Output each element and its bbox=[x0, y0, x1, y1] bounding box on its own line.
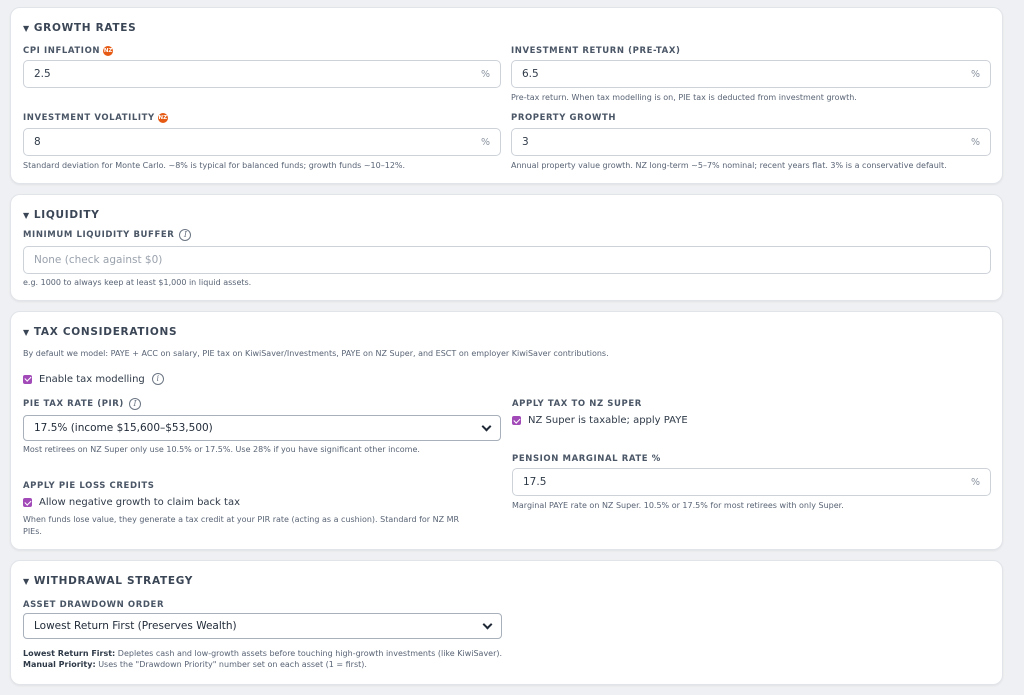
liquidity-buffer-label: MINIMUM LIQUIDITY BUFFER i bbox=[23, 229, 192, 241]
drawdown-order-select[interactable]: Lowest Return First (Preserves Wealth) bbox=[23, 613, 502, 639]
checkbox-checked-icon bbox=[23, 498, 32, 507]
warning-badge-icon: NZ bbox=[103, 46, 114, 56]
collapse-triangle-icon: ▼ bbox=[23, 24, 30, 33]
info-icon[interactable]: i bbox=[179, 229, 192, 241]
percent-unit: % bbox=[480, 136, 490, 148]
chevron-down-icon bbox=[482, 619, 493, 629]
tax-intro-text: By default we model: PAYE + ACC on salar… bbox=[23, 349, 609, 358]
info-icon[interactable]: i bbox=[128, 398, 141, 410]
growth-rates-header[interactable]: ▼ GROWTH RATES bbox=[23, 22, 136, 34]
pie-loss-credits-label: APPLY PIE LOSS CREDITS bbox=[23, 481, 155, 491]
investment-return-label: INVESTMENT RETURN (PRE-TAX) bbox=[511, 46, 681, 56]
chevron-down-icon bbox=[481, 421, 492, 431]
property-growth-input[interactable]: 3 % bbox=[511, 128, 991, 156]
cpi-inflation-input[interactable]: 2.5 % bbox=[23, 60, 501, 88]
apply-tax-nz-super-label: APPLY TAX TO NZ SUPER bbox=[512, 399, 642, 409]
liquidity-buffer-help: e.g. 1000 to always keep at least $1,000… bbox=[23, 278, 252, 287]
enable-tax-modelling-checkbox[interactable]: Enable tax modelling i bbox=[23, 373, 164, 385]
investment-volatility-label: INVESTMENT VOLATILITY NZ bbox=[23, 113, 168, 123]
checkbox-checked-icon bbox=[23, 374, 32, 384]
pension-rate-input[interactable]: 17.5 % bbox=[512, 468, 991, 496]
property-growth-help: Annual property value growth. NZ long-te… bbox=[511, 161, 947, 170]
percent-unit: % bbox=[970, 136, 980, 148]
nz-super-taxable-checkbox[interactable]: NZ Super is taxable; apply PAYE bbox=[512, 415, 688, 426]
withdrawal-strategy-header[interactable]: ▼ WITHDRAWAL STRATEGY bbox=[23, 575, 193, 587]
warning-badge-icon: NZ bbox=[157, 113, 168, 123]
collapse-triangle-icon: ▼ bbox=[23, 577, 30, 586]
tax-considerations-card: ▼ TAX CONSIDERATIONS By default we model:… bbox=[10, 311, 1003, 550]
info-icon[interactable]: i bbox=[151, 373, 164, 385]
drawdown-order-label: ASSET DRAWDOWN ORDER bbox=[23, 600, 165, 610]
liquidity-buffer-input[interactable]: None (check against $0) bbox=[23, 246, 991, 274]
collapse-triangle-icon: ▼ bbox=[23, 328, 30, 337]
drawdown-note-lowest-return: Lowest Return First: Depletes cash and l… bbox=[23, 649, 503, 658]
checkbox-checked-icon bbox=[512, 416, 521, 425]
collapse-triangle-icon: ▼ bbox=[23, 211, 30, 220]
pie-loss-credits-help: When funds lose value, they generate a t… bbox=[23, 515, 460, 536]
tax-considerations-header[interactable]: ▼ TAX CONSIDERATIONS bbox=[23, 326, 177, 338]
growth-rates-card: ▼ GROWTH RATES CPI INFLATION NZ 2.5 % INV… bbox=[10, 7, 1003, 184]
allow-negative-growth-checkbox[interactable]: Allow negative growth to claim back tax bbox=[23, 497, 240, 508]
investment-return-help: Pre-tax return. When tax modelling is on… bbox=[511, 93, 857, 102]
withdrawal-strategy-card: ▼ WITHDRAWAL STRATEGY ASSET DRAWDOWN ORDE… bbox=[10, 560, 1003, 685]
pension-rate-label: PENSION MARGINAL RATE % bbox=[512, 454, 661, 464]
percent-unit: % bbox=[970, 476, 980, 488]
percent-unit: % bbox=[480, 68, 490, 80]
pir-help: Most retirees on NZ Super only use 10.5%… bbox=[23, 445, 420, 454]
liquidity-header[interactable]: ▼ LIQUIDITY bbox=[23, 209, 100, 221]
cpi-inflation-label: CPI INFLATION NZ bbox=[23, 46, 114, 56]
drawdown-note-manual-priority: Manual Priority: Uses the "Drawdown Prio… bbox=[23, 660, 367, 669]
investment-return-input[interactable]: 6.5 % bbox=[511, 60, 991, 88]
property-growth-label: PROPERTY GROWTH bbox=[511, 113, 617, 123]
pension-rate-help: Marginal PAYE rate on NZ Super. 10.5% or… bbox=[512, 501, 844, 510]
investment-volatility-input[interactable]: 8 % bbox=[23, 128, 501, 156]
percent-unit: % bbox=[970, 68, 980, 80]
investment-volatility-help: Standard deviation for Monte Carlo. ~8% … bbox=[23, 161, 406, 170]
pir-label: PIE TAX RATE (PIR) i bbox=[23, 398, 141, 410]
pir-select[interactable]: 17.5% (income $15,600–$53,500) bbox=[23, 415, 501, 441]
liquidity-card: ▼ LIQUIDITY MINIMUM LIQUIDITY BUFFER i No… bbox=[10, 194, 1003, 301]
